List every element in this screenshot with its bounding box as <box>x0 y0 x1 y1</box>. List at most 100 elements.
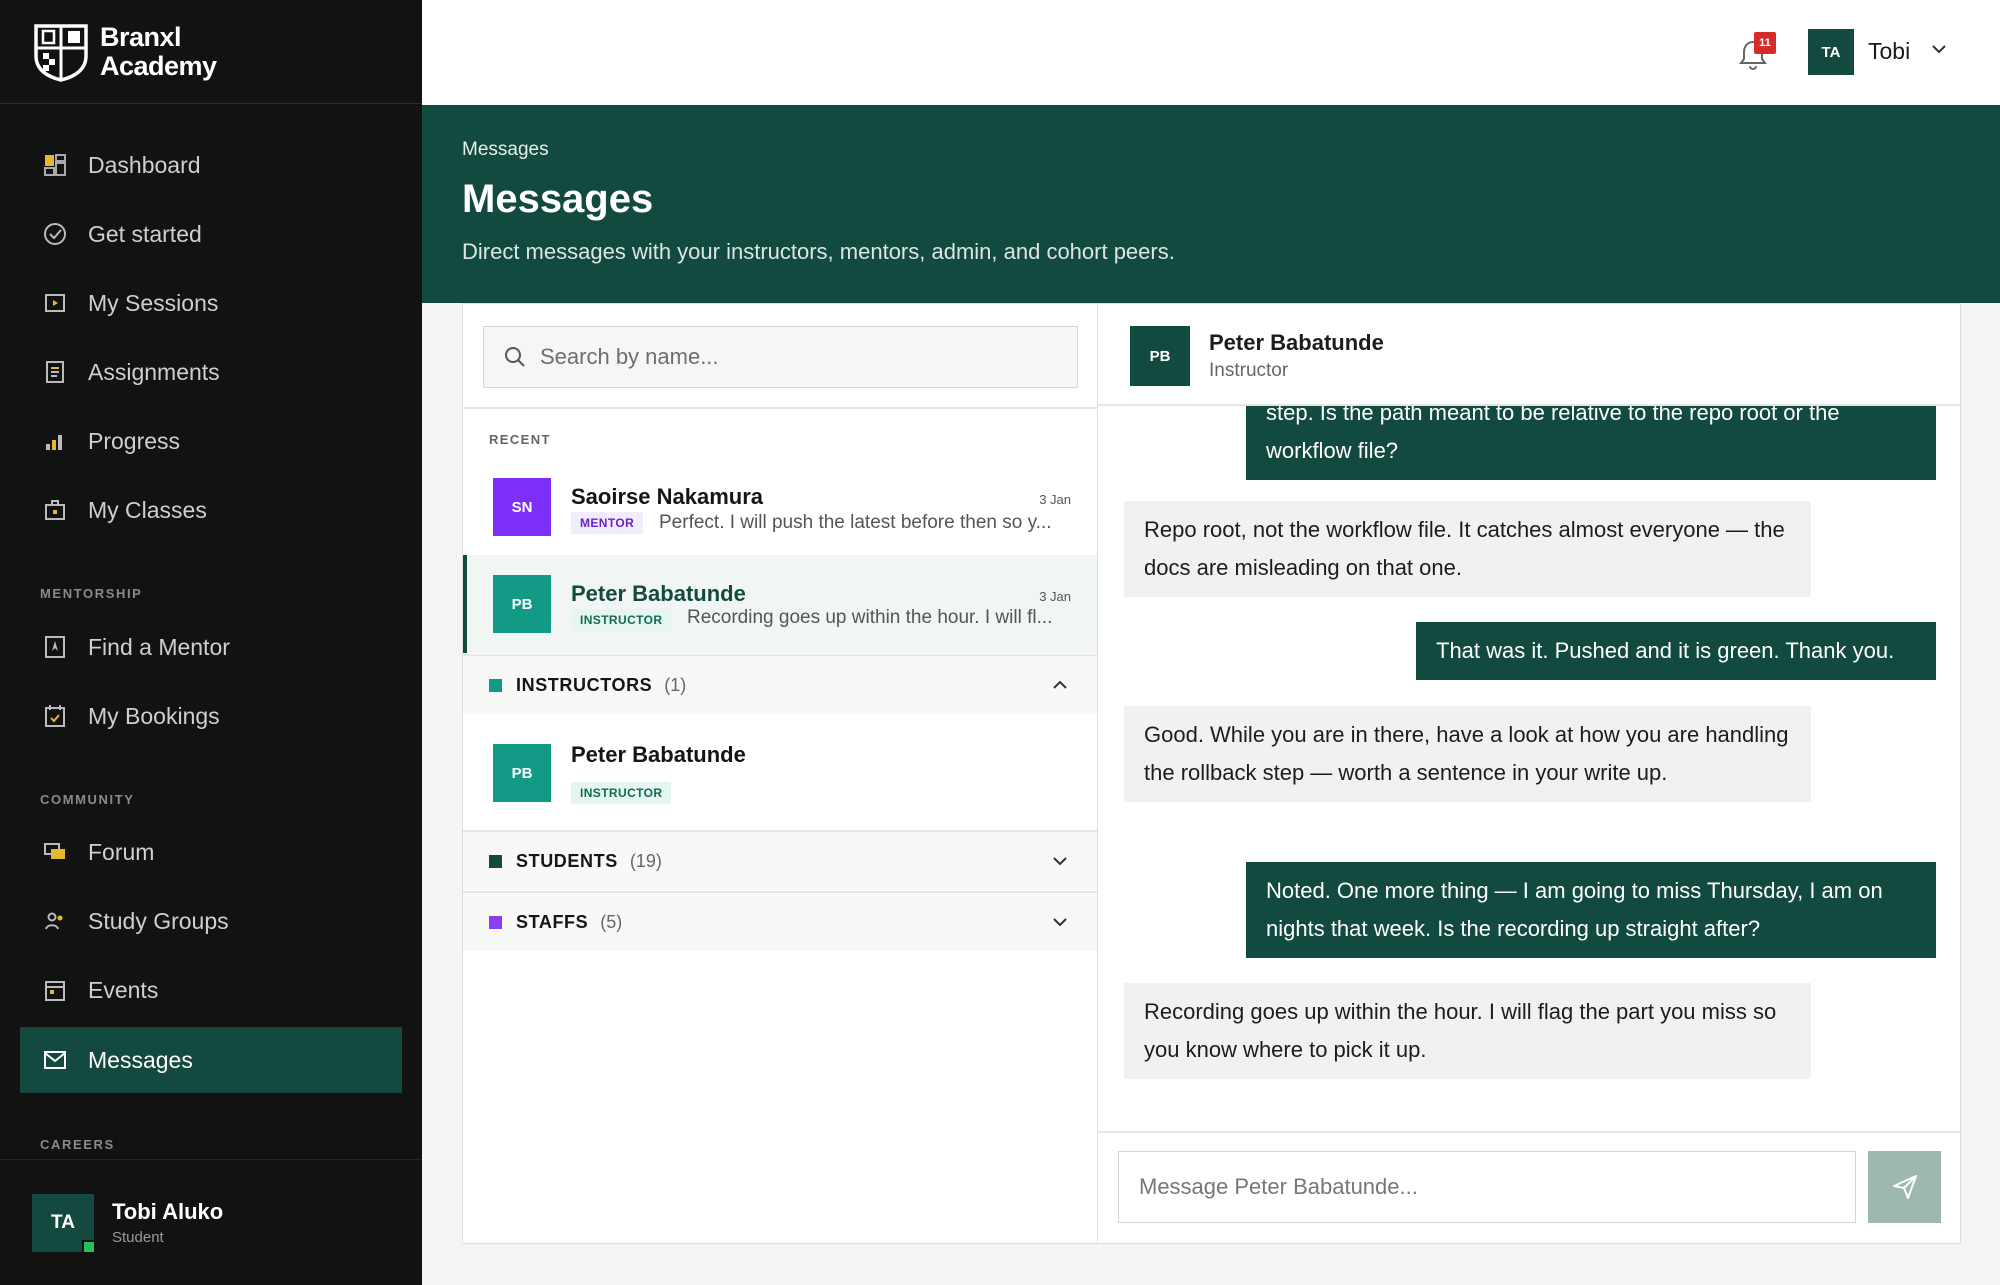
nav-messages[interactable]: Messages <box>20 1027 402 1093</box>
nav-forum[interactable]: Forum <box>20 819 402 885</box>
avatar: PB <box>1130 326 1190 386</box>
top-bar: 11 TA Tobi <box>422 0 2000 105</box>
online-status-dot <box>82 1239 96 1254</box>
contact-item-peter-babatunde[interactable]: PB Peter Babatunde INSTRUCTOR <box>463 716 1097 830</box>
chat-contact-role: Instructor <box>1209 360 1289 381</box>
send-button[interactable] <box>1868 1151 1941 1223</box>
message-bubble-outgoing: Noted. One more thing — I am going to mi… <box>1246 862 1936 958</box>
message-date: 3 Jan <box>1039 589 1071 604</box>
breadcrumb[interactable]: Messages <box>462 139 549 161</box>
nav-my-classes[interactable]: My Classes <box>20 477 402 543</box>
recent-label: RECENT <box>489 432 551 447</box>
group-count: (5) <box>600 911 623 932</box>
role-badge: MENTOR <box>571 512 644 534</box>
avatar: SN <box>493 478 551 536</box>
message-bubble-incoming: Repo root, not the workflow file. It cat… <box>1124 501 1811 597</box>
nav-label: Messages <box>88 1046 193 1073</box>
nav-find-a-mentor[interactable]: Find a Mentor <box>20 614 402 680</box>
nav-my-bookings[interactable]: My Bookings <box>20 683 402 749</box>
avatar: TA <box>32 1193 96 1254</box>
contacts-panel: RECENT SN Saoirse Nakamura 3 Jan MENTOR … <box>462 303 1098 1244</box>
group-name: STUDENTS <box>516 850 618 871</box>
nav-label: My Bookings <box>88 702 220 729</box>
bookmark-person-icon <box>42 634 68 660</box>
user-profile-card[interactable]: TA Tobi Aluko Student <box>0 1159 422 1285</box>
avatar: PB <box>493 575 551 633</box>
chevron-up-icon[interactable] <box>1051 676 1069 694</box>
avatar[interactable]: TA <box>1808 29 1854 75</box>
account-name[interactable]: Tobi <box>1868 38 1910 65</box>
message-date: 3 Jan <box>1039 492 1071 507</box>
chevron-down-icon[interactable] <box>1051 852 1069 870</box>
role-badge: INSTRUCTOR <box>571 609 672 631</box>
message-thread[interactable]: step. Is the path meant to be relative t… <box>1098 406 1960 1132</box>
nav-label: Progress <box>88 427 181 454</box>
mail-icon <box>42 1047 68 1073</box>
avatar: PB <box>493 744 551 802</box>
user-role: Student <box>112 1229 164 1246</box>
chevron-down-icon[interactable] <box>1051 913 1069 931</box>
brand-line-1: Branxl <box>100 21 182 52</box>
notifications-button[interactable]: 11 <box>1738 32 1778 72</box>
conversation-item-peter-babatunde[interactable]: PB Peter Babatunde 3 Jan INSTRUCTOR Reco… <box>463 555 1097 653</box>
nav-study-groups[interactable]: Study Groups <box>20 888 402 954</box>
group-header-instructors[interactable]: INSTRUCTORS (1) <box>463 656 1097 714</box>
brand-name: Branxl Academy <box>100 21 217 81</box>
contact-name: Peter Babatunde <box>571 742 746 767</box>
message-bubble-incoming: Good. While you are in there, have a loo… <box>1124 706 1811 802</box>
calendar-icon <box>42 977 68 1003</box>
nav-label: Find a Mentor <box>88 633 230 660</box>
brand-line-2: Academy <box>100 50 217 81</box>
search-input[interactable] <box>540 344 1040 370</box>
section-community: COMMUNITY <box>40 792 135 807</box>
group-header-staffs[interactable]: STAFFS (5) <box>463 893 1097 951</box>
people-icon <box>42 908 68 934</box>
bar-chart-icon <box>42 428 68 454</box>
search-box[interactable] <box>483 326 1078 388</box>
group-count: (1) <box>664 674 687 695</box>
calendar-check-icon <box>42 703 68 729</box>
user-name: Tobi Aluko <box>112 1199 224 1224</box>
nav-dashboard[interactable]: Dashboard <box>20 132 402 198</box>
conversation-item-saoirse-nakamura[interactable]: SN Saoirse Nakamura 3 Jan MENTOR Perfect… <box>463 458 1097 556</box>
page-title: Messages <box>462 177 654 221</box>
nav-get-started[interactable]: Get started <box>20 201 402 267</box>
section-mentorship: MENTORSHIP <box>40 586 143 601</box>
search-icon <box>505 347 525 367</box>
group-header-students[interactable]: STUDENTS (19) <box>463 832 1097 890</box>
group-color-marker <box>489 915 502 929</box>
brand-logo[interactable]: Branxl Academy <box>0 0 422 104</box>
chevron-down-icon[interactable] <box>1930 40 1948 58</box>
message-preview: Perfect. I will push the latest before t… <box>659 512 1052 533</box>
nav-my-sessions[interactable]: My Sessions <box>20 270 402 336</box>
contact-name: Saoirse Nakamura <box>571 484 763 509</box>
group-name: STAFFS <box>516 911 589 932</box>
group-count: (19) <box>629 850 662 871</box>
message-bubble-outgoing: That was it. Pushed and it is green. Tha… <box>1416 622 1936 680</box>
chat-header: PB Peter Babatunde Instructor <box>1098 304 1960 406</box>
group-name: INSTRUCTORS <box>516 674 653 695</box>
nav-events[interactable]: Events <box>20 957 402 1023</box>
nav-label: My Classes <box>88 496 207 523</box>
sidebar: Branxl Academy Dashboard Get started My … <box>0 0 422 1285</box>
page-subtitle: Direct messages with your instructors, m… <box>462 239 1175 264</box>
message-composer <box>1098 1131 1960 1243</box>
nav-label: Study Groups <box>88 907 229 934</box>
notification-badge: 11 <box>1754 32 1776 54</box>
nav-label: Assignments <box>88 358 220 385</box>
page-header: Messages Messages Direct messages with y… <box>422 105 2000 303</box>
play-icon <box>42 290 68 316</box>
group-color-marker <box>489 854 502 868</box>
divider <box>463 407 1097 409</box>
contact-name: Peter Babatunde <box>571 581 746 606</box>
nav-label: Dashboard <box>88 151 201 178</box>
nav-label: Get started <box>88 220 202 247</box>
message-field[interactable] <box>1118 1151 1856 1223</box>
message-input[interactable] <box>1139 1174 1829 1200</box>
nav-progress[interactable]: Progress <box>20 408 402 474</box>
chat-contact-name: Peter Babatunde <box>1209 330 1384 355</box>
nav-label: Forum <box>88 838 155 865</box>
nav-assignments[interactable]: Assignments <box>20 339 402 405</box>
check-circle-icon <box>42 221 68 247</box>
role-badge: INSTRUCTOR <box>571 782 672 804</box>
